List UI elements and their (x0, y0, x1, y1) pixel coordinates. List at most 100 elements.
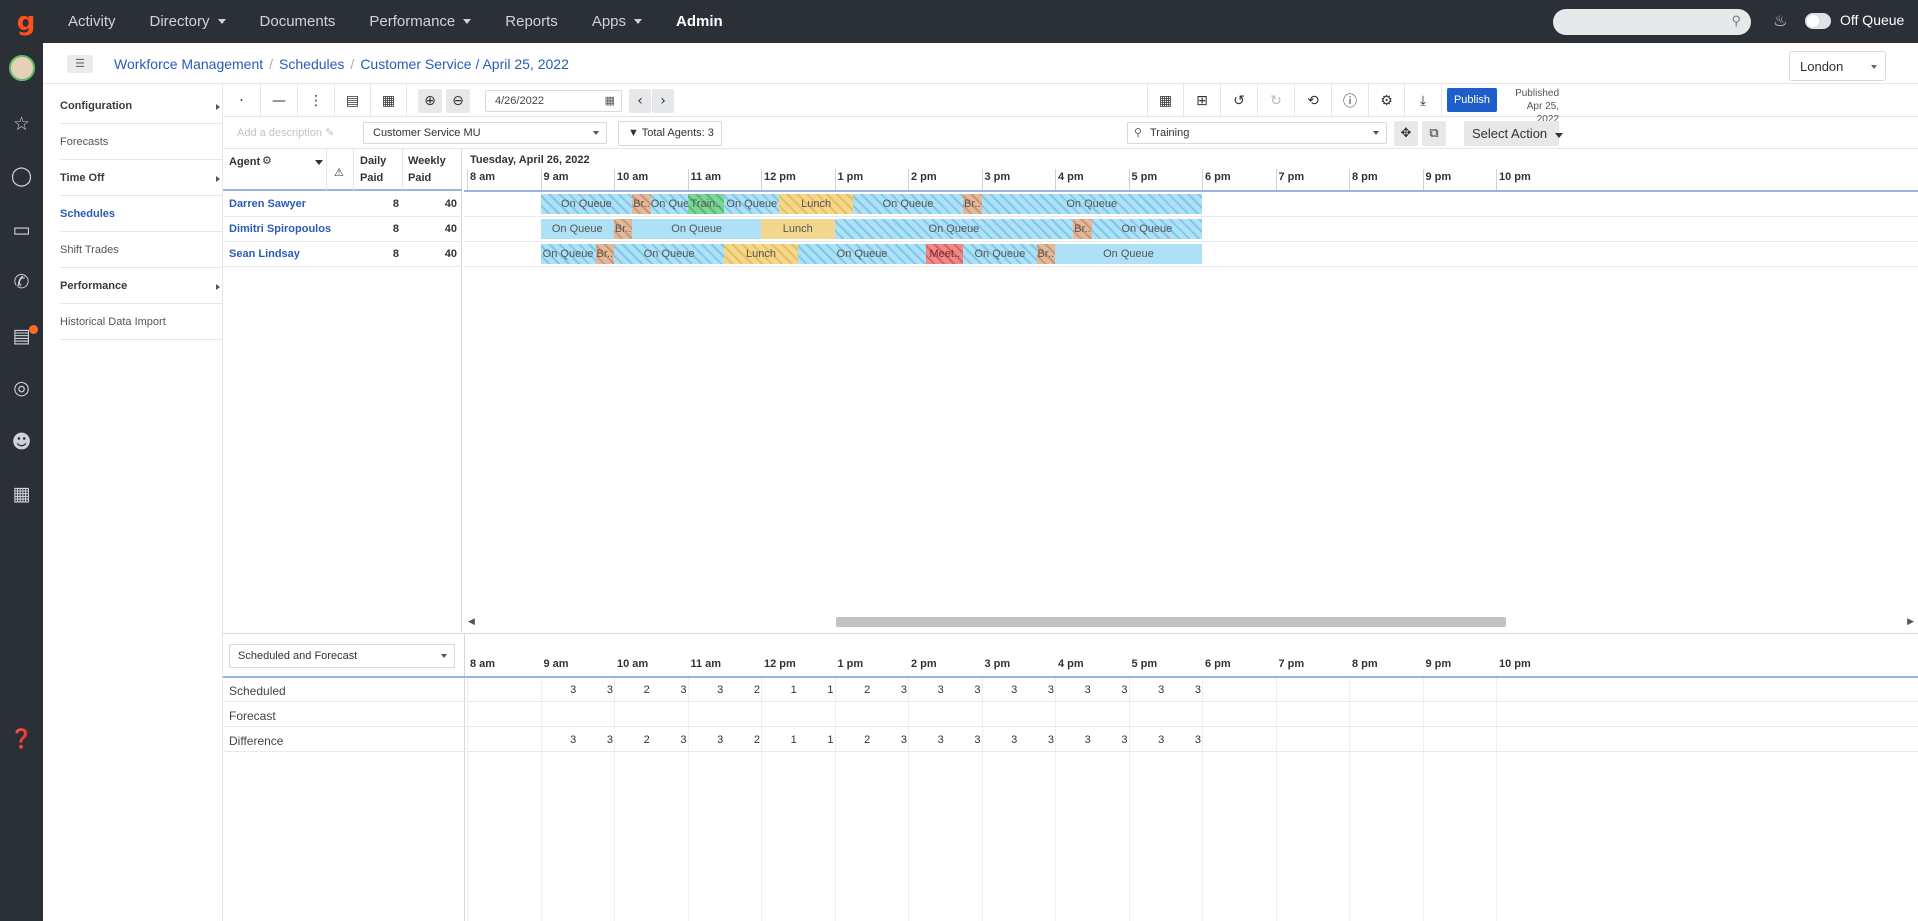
scrollbar-thumb[interactable] (836, 617, 1506, 627)
warnings-column-header[interactable]: ⚠ (327, 149, 354, 191)
chevron-down-icon[interactable] (315, 160, 323, 165)
calendar-day-icon[interactable]: ▦ (1147, 84, 1184, 117)
activity-block-break[interactable]: Br.. (614, 219, 633, 239)
activity-block-queue[interactable]: On Queue (852, 194, 964, 214)
phone-icon[interactable]: ✆ (0, 271, 43, 293)
daily-paid-column-header[interactable]: Daily Paid (354, 149, 403, 191)
management-unit-select[interactable]: Customer Service MU (363, 122, 607, 144)
activity-block-break[interactable]: Br.. (963, 194, 982, 214)
nav-item-activity[interactable]: Activity (68, 13, 116, 30)
calendar-view-button[interactable]: ▦ (371, 84, 407, 117)
copy-icon[interactable]: ⧉ (1422, 121, 1446, 146)
activity-block-queue[interactable]: On Queue (540, 219, 614, 239)
dot-view-button[interactable]: · (223, 84, 261, 117)
queue-status-toggle[interactable] (1805, 13, 1831, 29)
undo-icon[interactable]: ↺ (1221, 84, 1258, 117)
activity-block-meeting[interactable]: Meet.. (926, 244, 964, 264)
side-menu-item-configuration[interactable]: Configuration (60, 88, 223, 124)
download-icon[interactable]: ⤓ (1405, 84, 1442, 117)
help-question-icon[interactable]: ❓ (0, 727, 43, 750)
contacts-icon[interactable]: ☻ (0, 431, 43, 453)
scroll-left-icon[interactable]: ◀ (468, 616, 475, 627)
side-menu-item-historical-data-import[interactable]: Historical Data Import (60, 304, 223, 340)
activity-block-training[interactable]: Train.. (687, 194, 725, 214)
total-agents-filter-button[interactable]: ▼ Total Agents: 3 (618, 121, 722, 146)
collapse-menu-button[interactable]: ☰ (67, 55, 93, 73)
publish-button[interactable]: Publish (1447, 88, 1497, 112)
timezone-select[interactable]: London (1789, 51, 1886, 81)
activity-block-queue[interactable]: On Queue (632, 219, 761, 239)
agent-column-header[interactable]: Agent ⚙ (223, 149, 327, 191)
help-lifebuoy-icon[interactable]: ◎ (0, 377, 43, 399)
activity-block-queue[interactable]: On Queue (614, 244, 725, 264)
side-menu-item-forecasts[interactable]: Forecasts (60, 124, 223, 160)
settings-gear-icon[interactable]: ⚙ (1369, 84, 1405, 117)
activity-block-queue[interactable]: On Queue (1091, 219, 1202, 239)
activity-block-queue[interactable]: On Queue (540, 194, 633, 214)
genesys-logo-icon[interactable]: g (0, 0, 52, 43)
nav-item-admin[interactable]: Admin (676, 13, 723, 30)
favorites-star-icon[interactable]: ☆ (0, 113, 43, 135)
description-input[interactable]: Add a description ✎ (237, 126, 334, 139)
activity-block-queue[interactable]: On Queue (540, 244, 596, 264)
side-menu-item-performance[interactable]: Performance (60, 268, 223, 304)
move-arrows-icon[interactable]: ✥ (1394, 121, 1418, 146)
nav-item-directory[interactable]: Directory (150, 13, 226, 30)
activity-block-queue[interactable]: On Queue (1055, 244, 1202, 264)
activity-block-queue[interactable]: On Queue (963, 244, 1037, 264)
user-avatar[interactable] (9, 55, 35, 81)
side-menu-item-shift-trades[interactable]: Shift Trades (60, 232, 223, 268)
nav-item-apps[interactable]: Apps (592, 13, 643, 30)
select-action-dropdown[interactable]: Select Action (1464, 121, 1563, 146)
chat-bubble-icon[interactable]: ◯ (0, 165, 43, 187)
timeline-horizontal-scrollbar[interactable]: ◀ ▶ (464, 614, 1918, 630)
activity-block-queue[interactable]: On Queue (650, 194, 688, 214)
agent-name-link[interactable]: Darren Sawyer (229, 198, 306, 210)
breadcrumb-item[interactable]: Workforce Management (114, 56, 263, 72)
history-icon[interactable]: ⟲ (1295, 84, 1332, 117)
notification-bell-icon[interactable]: ♨ (1773, 11, 1787, 31)
activity-block-queue[interactable]: On Queue (981, 194, 1202, 214)
vertical-view-button[interactable]: ⋮ (298, 84, 335, 117)
add-schedule-icon[interactable]: ⊞ (1184, 84, 1221, 117)
activity-block-break[interactable]: Br.. (1073, 219, 1092, 239)
activity-block-break[interactable]: Br.. (632, 194, 651, 214)
global-search-input[interactable]: ⚲ (1553, 9, 1751, 35)
redo-icon[interactable]: ↻ (1258, 84, 1295, 117)
agent-name-link[interactable]: Dimitri Spiropoulos (229, 223, 331, 235)
nav-item-reports[interactable]: Reports (505, 13, 558, 30)
side-menu-item-time-off[interactable]: Time Off (60, 160, 223, 196)
line-view-button[interactable]: — (261, 84, 298, 117)
zoom-out-icon[interactable]: ⊖ (446, 89, 470, 113)
agent-row[interactable]: Darren Sawyer 8 40 (223, 192, 462, 217)
activity-block-lunch[interactable]: Lunch (724, 244, 798, 264)
activity-search-select[interactable]: ⚲ Training (1127, 122, 1387, 144)
activity-block-queue[interactable]: On Queue (834, 219, 1074, 239)
activity-block-queue[interactable]: On Queue (724, 194, 780, 214)
video-camera-icon[interactable]: ▭ (0, 219, 43, 241)
nav-item-performance[interactable]: Performance (369, 13, 472, 30)
scheduled-forecast-select[interactable]: Scheduled and Forecast (229, 644, 455, 668)
zoom-in-icon[interactable]: ⊕ (418, 89, 442, 113)
breadcrumb-item[interactable]: Schedules (279, 56, 344, 72)
info-icon[interactable]: ⓘ (1332, 84, 1369, 117)
agent-name-link[interactable]: Sean Lindsay (229, 248, 300, 260)
compact-rows-button[interactable]: ▤ (335, 84, 371, 117)
activity-block-lunch[interactable]: Lunch (761, 219, 835, 239)
previous-day-button[interactable]: ‹ (629, 89, 651, 113)
side-menu-item-schedules[interactable]: Schedules (60, 196, 223, 232)
nav-item-documents[interactable]: Documents (260, 13, 336, 30)
scroll-right-icon[interactable]: ▶ (1907, 616, 1914, 627)
activity-block-break[interactable]: Br.. (595, 244, 614, 264)
agent-row[interactable]: Dimitri Spiropoulos 8 40 (223, 217, 462, 242)
activity-block-break[interactable]: Br.. (1036, 244, 1055, 264)
activity-block-queue[interactable]: On Queue (797, 244, 927, 264)
settings-gear-icon[interactable]: ⚙ (262, 154, 272, 167)
activity-block-lunch[interactable]: Lunch (779, 194, 853, 214)
apps-grid-icon[interactable]: ▦ (0, 483, 43, 505)
weekly-paid-column-header[interactable]: Weekly Paid (403, 149, 462, 191)
next-day-button[interactable]: › (652, 89, 674, 113)
breadcrumb-item[interactable]: Customer Service / April 25, 2022 (360, 56, 569, 72)
agent-row[interactable]: Sean Lindsay 8 40 (223, 242, 462, 267)
schedule-date-input[interactable]: 4/26/2022 ▦ (485, 90, 622, 112)
